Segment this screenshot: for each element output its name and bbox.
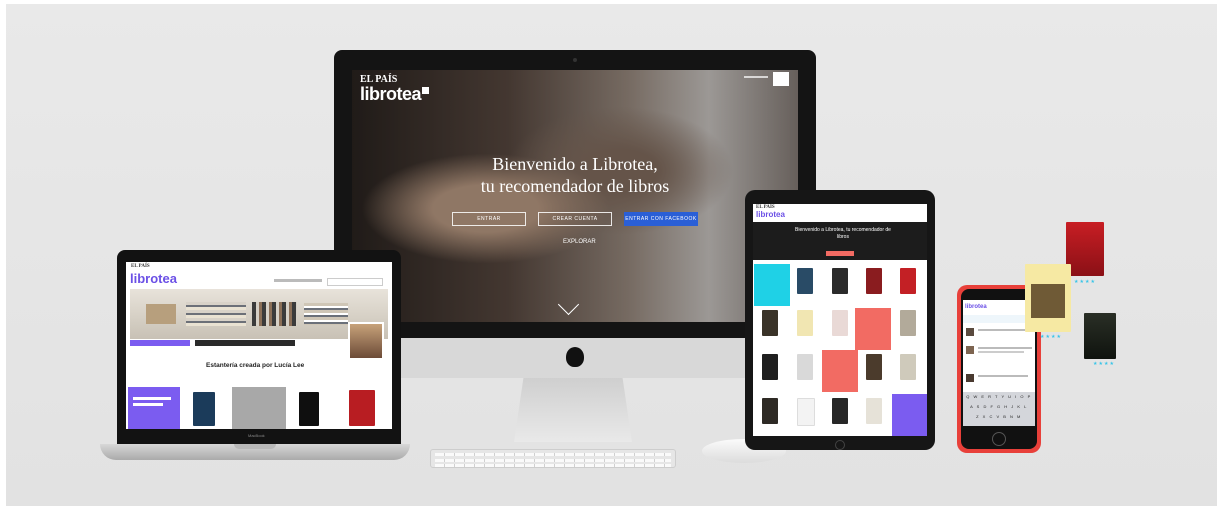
book-cover[interactable]	[193, 392, 215, 426]
book-artwork	[1031, 284, 1065, 318]
profile-tabs[interactable]	[195, 340, 295, 346]
avatar	[966, 328, 974, 336]
create-account-button[interactable]: CREAR CUENTA	[538, 212, 612, 226]
list-card[interactable]	[232, 387, 286, 429]
tablet-cta-button[interactable]	[826, 251, 854, 256]
laptop-notch	[234, 444, 276, 449]
book-cover[interactable]	[762, 354, 778, 380]
rating-stars: ★★★★	[1040, 334, 1062, 340]
rating-stars: ★★★★	[1093, 361, 1115, 367]
book-stack	[304, 303, 348, 325]
nav-links[interactable]	[744, 76, 768, 78]
home-button-icon[interactable]	[835, 440, 845, 450]
book-cover[interactable]	[900, 310, 916, 336]
list-card[interactable]	[822, 350, 858, 392]
list-card[interactable]	[855, 308, 891, 350]
enter-button[interactable]: ENTRAR	[452, 212, 526, 226]
book-cover[interactable]	[797, 398, 815, 426]
floating-book-cover	[1084, 313, 1116, 359]
home-button-icon[interactable]	[992, 432, 1006, 446]
book-stack	[186, 302, 246, 326]
list-card[interactable]	[892, 394, 927, 436]
comment-line	[978, 329, 1028, 331]
featured-list-card[interactable]	[128, 387, 180, 429]
book-cover[interactable]	[762, 398, 778, 424]
book-cover[interactable]	[832, 310, 848, 336]
apple-logo-icon	[566, 347, 584, 367]
book-cover[interactable]	[866, 398, 882, 424]
card-title-line	[133, 403, 163, 406]
laptop-brand-label: MacBook	[248, 433, 265, 438]
librotea-logo[interactable]: librotea	[130, 271, 177, 286]
librotea-logo[interactable]: librotea	[360, 84, 430, 105]
list-card[interactable]	[754, 264, 790, 306]
tab-active[interactable]	[130, 340, 190, 346]
comment-line	[978, 375, 1028, 377]
book-cover[interactable]	[866, 268, 882, 294]
book-row	[252, 302, 297, 326]
shelf-box	[146, 304, 176, 324]
book-cover[interactable]	[797, 268, 813, 294]
explore-link[interactable]: EXPLORAR	[563, 239, 596, 245]
comment-line	[978, 347, 1032, 349]
book-cover[interactable]	[762, 310, 778, 336]
keyboard-row[interactable]: Z X C V B N M	[964, 414, 1034, 419]
book-cover[interactable]	[866, 354, 882, 380]
imac-stand	[514, 378, 632, 442]
tablet-hero-text: Bienvenido a Librotea, tu recomendador d…	[795, 227, 891, 240]
camera-icon	[573, 58, 577, 62]
brand-el-pais: EL PAÍS	[131, 264, 150, 269]
librotea-logo[interactable]: librotea	[756, 210, 785, 219]
search-input[interactable]	[327, 278, 383, 286]
book-cover[interactable]	[832, 398, 848, 424]
keyboard-row[interactable]: Q W E R T Y U I O P	[964, 394, 1034, 399]
book-cover[interactable]	[797, 310, 813, 336]
nav-links[interactable]	[274, 279, 322, 282]
book-cover[interactable]	[797, 354, 813, 380]
comment-line	[978, 351, 1024, 353]
card-title-line	[133, 397, 171, 400]
avatar	[966, 374, 974, 382]
hero-title: Bienvenido a Librotea, tu recomendador d…	[480, 154, 670, 196]
keyboard-row[interactable]: A S D F G H J K L	[964, 404, 1034, 409]
book-cover[interactable]	[299, 392, 319, 426]
facebook-login-button[interactable]: ENTRAR CON FACEBOOK	[624, 212, 698, 226]
floating-book-cover	[1066, 222, 1104, 276]
avatar	[966, 346, 974, 354]
rating-stars: ★★★★	[1074, 279, 1096, 285]
avatar[interactable]	[348, 322, 384, 360]
librotea-logo[interactable]: librotea	[965, 304, 987, 310]
book-cover[interactable]	[832, 268, 848, 294]
book-cover[interactable]	[900, 354, 916, 380]
menu-icon[interactable]	[773, 72, 789, 86]
book-cover[interactable]	[900, 268, 916, 294]
section-title: Estantería creada por Lucía Lee	[206, 362, 305, 369]
book-cover[interactable]	[349, 390, 375, 426]
keyboard	[430, 449, 676, 468]
